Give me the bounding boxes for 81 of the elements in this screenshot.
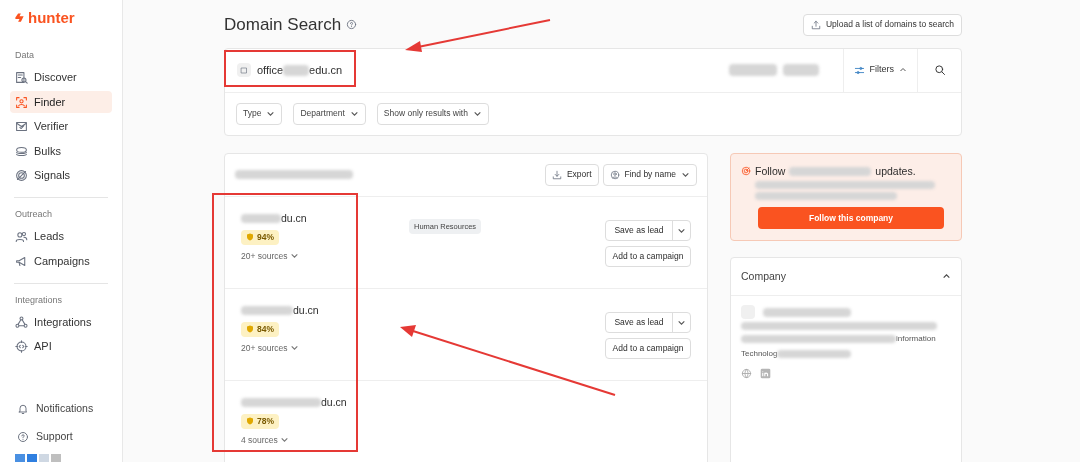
radar-icon xyxy=(741,166,751,177)
megaphone-icon xyxy=(15,254,28,268)
email-address: du.cn xyxy=(281,210,307,226)
nav-item[interactable]: Campaigns xyxy=(10,250,112,272)
nav-item[interactable]: Verifier xyxy=(10,115,112,138)
layers-icon xyxy=(15,144,28,158)
envelope-check-icon xyxy=(15,120,28,133)
chevron-down-icon xyxy=(289,343,299,353)
sources-toggle[interactable]: 20+ sources xyxy=(241,249,299,263)
blurred-text xyxy=(782,64,819,76)
find-by-name-button[interactable]: Find by name xyxy=(602,163,697,186)
nav-item[interactable]: Notifications xyxy=(10,398,112,420)
company-info: information xyxy=(896,333,936,346)
blurred-text xyxy=(241,306,293,315)
chevron-down-icon xyxy=(289,251,299,261)
network-icon xyxy=(15,315,28,329)
logo-icon xyxy=(14,12,25,23)
company-info: Technolog xyxy=(741,348,778,361)
section-label: Outreach xyxy=(14,208,54,221)
building-icon xyxy=(237,63,251,77)
chevron-down-icon xyxy=(279,435,289,445)
filter-dropdown[interactable]: Type xyxy=(236,102,283,125)
shield-icon xyxy=(246,325,254,333)
document-search-icon xyxy=(15,71,28,84)
blurred-text xyxy=(283,64,310,76)
blurred-text xyxy=(241,214,281,223)
user-frame-icon xyxy=(15,95,28,109)
upload-icon xyxy=(810,19,821,30)
chevron-down-icon xyxy=(266,109,276,118)
section-label: Data xyxy=(14,49,35,62)
logo: hunter xyxy=(28,10,75,25)
chevron-up-icon xyxy=(899,66,907,74)
user-circle-icon xyxy=(609,169,620,180)
save-lead-button[interactable]: Save as lead xyxy=(605,219,691,241)
nav-item[interactable]: Finder xyxy=(10,91,112,113)
nav-item[interactable]: Bulks xyxy=(10,140,112,162)
help-icon xyxy=(17,431,29,443)
nav-item[interactable]: Integrations xyxy=(10,311,112,333)
bell-icon xyxy=(17,403,29,415)
chevron-down-icon xyxy=(472,109,482,118)
company-header[interactable]: Company xyxy=(731,258,961,297)
follow-title: updates. xyxy=(875,163,916,179)
sources-toggle[interactable]: 4 sources xyxy=(241,433,289,447)
add-campaign-button[interactable]: Add to a campaign xyxy=(605,337,691,359)
email-address: du.cn xyxy=(321,394,347,410)
nav-item[interactable]: Support xyxy=(10,426,112,448)
section-label: Integrations xyxy=(14,293,64,307)
users-icon xyxy=(15,230,28,243)
gear-code-icon xyxy=(15,340,28,353)
filters-button[interactable]: Filters xyxy=(842,48,917,92)
page-title: Domain Search xyxy=(224,14,342,36)
help-icon xyxy=(346,19,358,31)
download-icon xyxy=(551,169,562,180)
sliders-icon xyxy=(853,64,865,76)
search-field[interactable]: office edu.cn xyxy=(225,61,729,79)
search-icon xyxy=(933,64,946,76)
confidence-badge: 78% xyxy=(241,413,279,429)
follow-title: Follow xyxy=(755,163,786,179)
sources-toggle[interactable]: 20+ sources xyxy=(241,341,299,355)
add-campaign-button[interactable]: Add to a campaign xyxy=(605,245,691,267)
shield-icon xyxy=(246,417,254,425)
email-address: du.cn xyxy=(293,302,319,318)
nav-item[interactable]: Signals xyxy=(10,164,112,187)
nav-item[interactable]: API xyxy=(10,335,112,358)
confidence-badge: 84% xyxy=(241,321,279,337)
upload-button[interactable]: Upload a list of domains to search xyxy=(802,13,962,36)
export-button[interactable]: Export xyxy=(544,163,599,186)
nav-item[interactable]: Leads xyxy=(10,225,112,248)
linkedin-icon xyxy=(760,368,771,380)
shield-icon xyxy=(246,233,254,241)
chevron-down-icon xyxy=(681,170,690,179)
blurred-text xyxy=(728,64,777,76)
signal-icon xyxy=(15,169,28,182)
filter-dropdown[interactable]: Show only results with xyxy=(376,102,489,125)
confidence-badge: 94% xyxy=(241,229,279,245)
nav-item[interactable]: Discover xyxy=(10,66,112,89)
avatar xyxy=(15,454,61,462)
globe-icon xyxy=(741,368,752,380)
chevron-down-icon xyxy=(349,109,359,118)
save-lead-button[interactable]: Save as lead xyxy=(605,311,691,333)
filter-dropdown[interactable]: Department xyxy=(293,102,366,125)
